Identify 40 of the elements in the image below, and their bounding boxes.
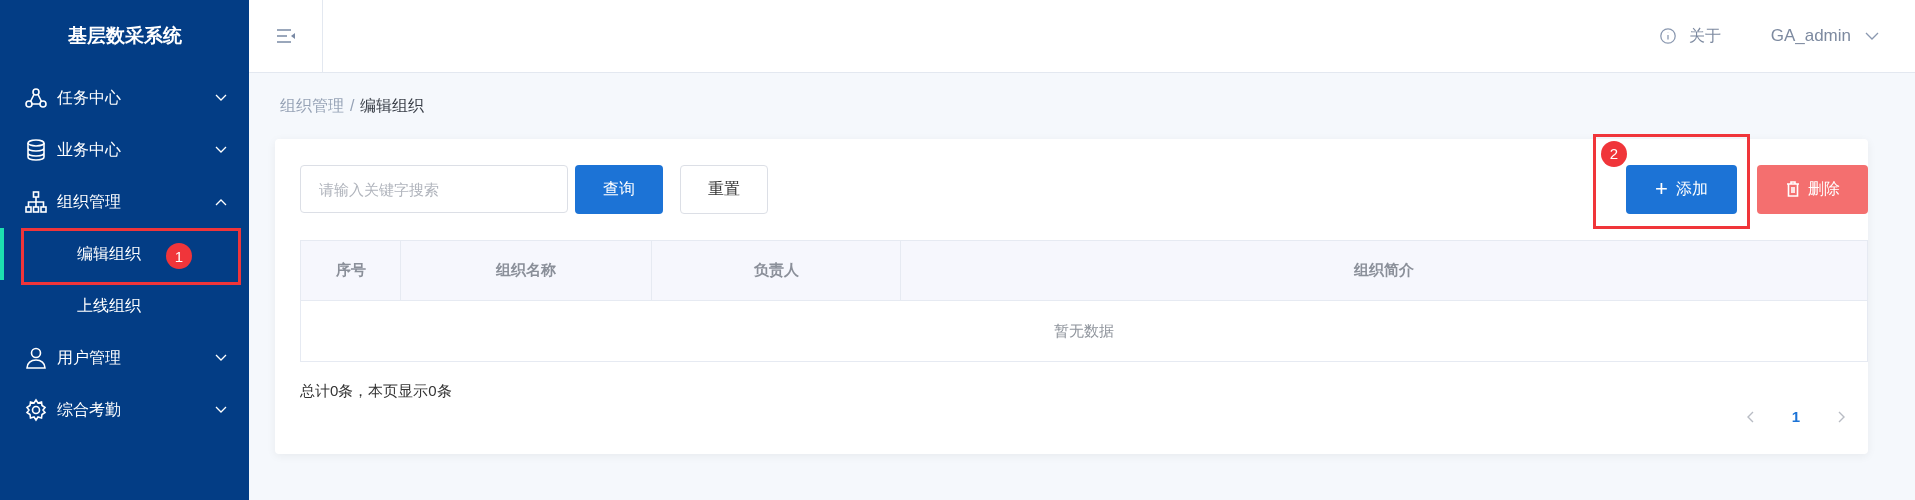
nav-item[interactable]: 任务中心 — [0, 72, 249, 124]
nav-item[interactable]: 组织管理 — [0, 176, 249, 228]
chevron-icon — [1865, 32, 1879, 40]
chevron-icon — [215, 94, 227, 102]
info-icon — [1658, 27, 1677, 45]
user-icon — [24, 346, 48, 370]
total-summary: 总计0条，本页显示0条 — [300, 382, 453, 401]
user-menu[interactable]: GA_admin — [1770, 26, 1879, 46]
column-header: 组织简介 — [1353, 260, 1415, 280]
trash-icon — [1785, 181, 1800, 197]
add-button[interactable]: + 添加 — [1626, 164, 1737, 214]
page-number[interactable]: 1 — [1791, 408, 1800, 425]
nav-item[interactable]: 业务中心 — [0, 124, 249, 176]
chevron-icon — [215, 198, 227, 206]
nav-item[interactable]: 用户管理 — [0, 332, 249, 384]
about-link[interactable]: 关于 — [1658, 25, 1721, 47]
settings-icon — [24, 398, 48, 422]
chevron-icon — [215, 146, 227, 154]
breadcrumb-item: 编辑组织 — [360, 95, 425, 116]
app-title: 基层数采系统 — [66, 24, 183, 48]
org-chart-icon — [24, 190, 48, 214]
next-page-icon[interactable] — [1838, 410, 1846, 423]
nav-subitem[interactable]: 上线组织 — [0, 280, 249, 332]
column-header: 组织名称 — [401, 241, 652, 300]
nav-item[interactable]: 综合考勤 — [0, 384, 249, 436]
menu-icon — [275, 28, 296, 44]
nodes-icon — [24, 86, 48, 110]
column-header: 负责人 — [652, 241, 901, 300]
query-button[interactable]: 查询 — [575, 164, 663, 214]
column-header: 序号 — [301, 241, 401, 300]
search-field[interactable]: 请输入关键字搜索 — [300, 165, 568, 213]
chevron-icon — [215, 406, 227, 414]
empty-message: 暂无数据 — [1053, 320, 1115, 341]
database-icon — [24, 138, 48, 162]
step-badge: 1 — [166, 243, 192, 269]
previous-page-icon[interactable] — [1745, 410, 1754, 423]
step-badge: 2 — [1601, 140, 1627, 167]
chevron-icon — [215, 354, 227, 362]
reset-button[interactable]: 重置 — [680, 164, 768, 214]
breadcrumb-separator: / — [350, 97, 355, 115]
